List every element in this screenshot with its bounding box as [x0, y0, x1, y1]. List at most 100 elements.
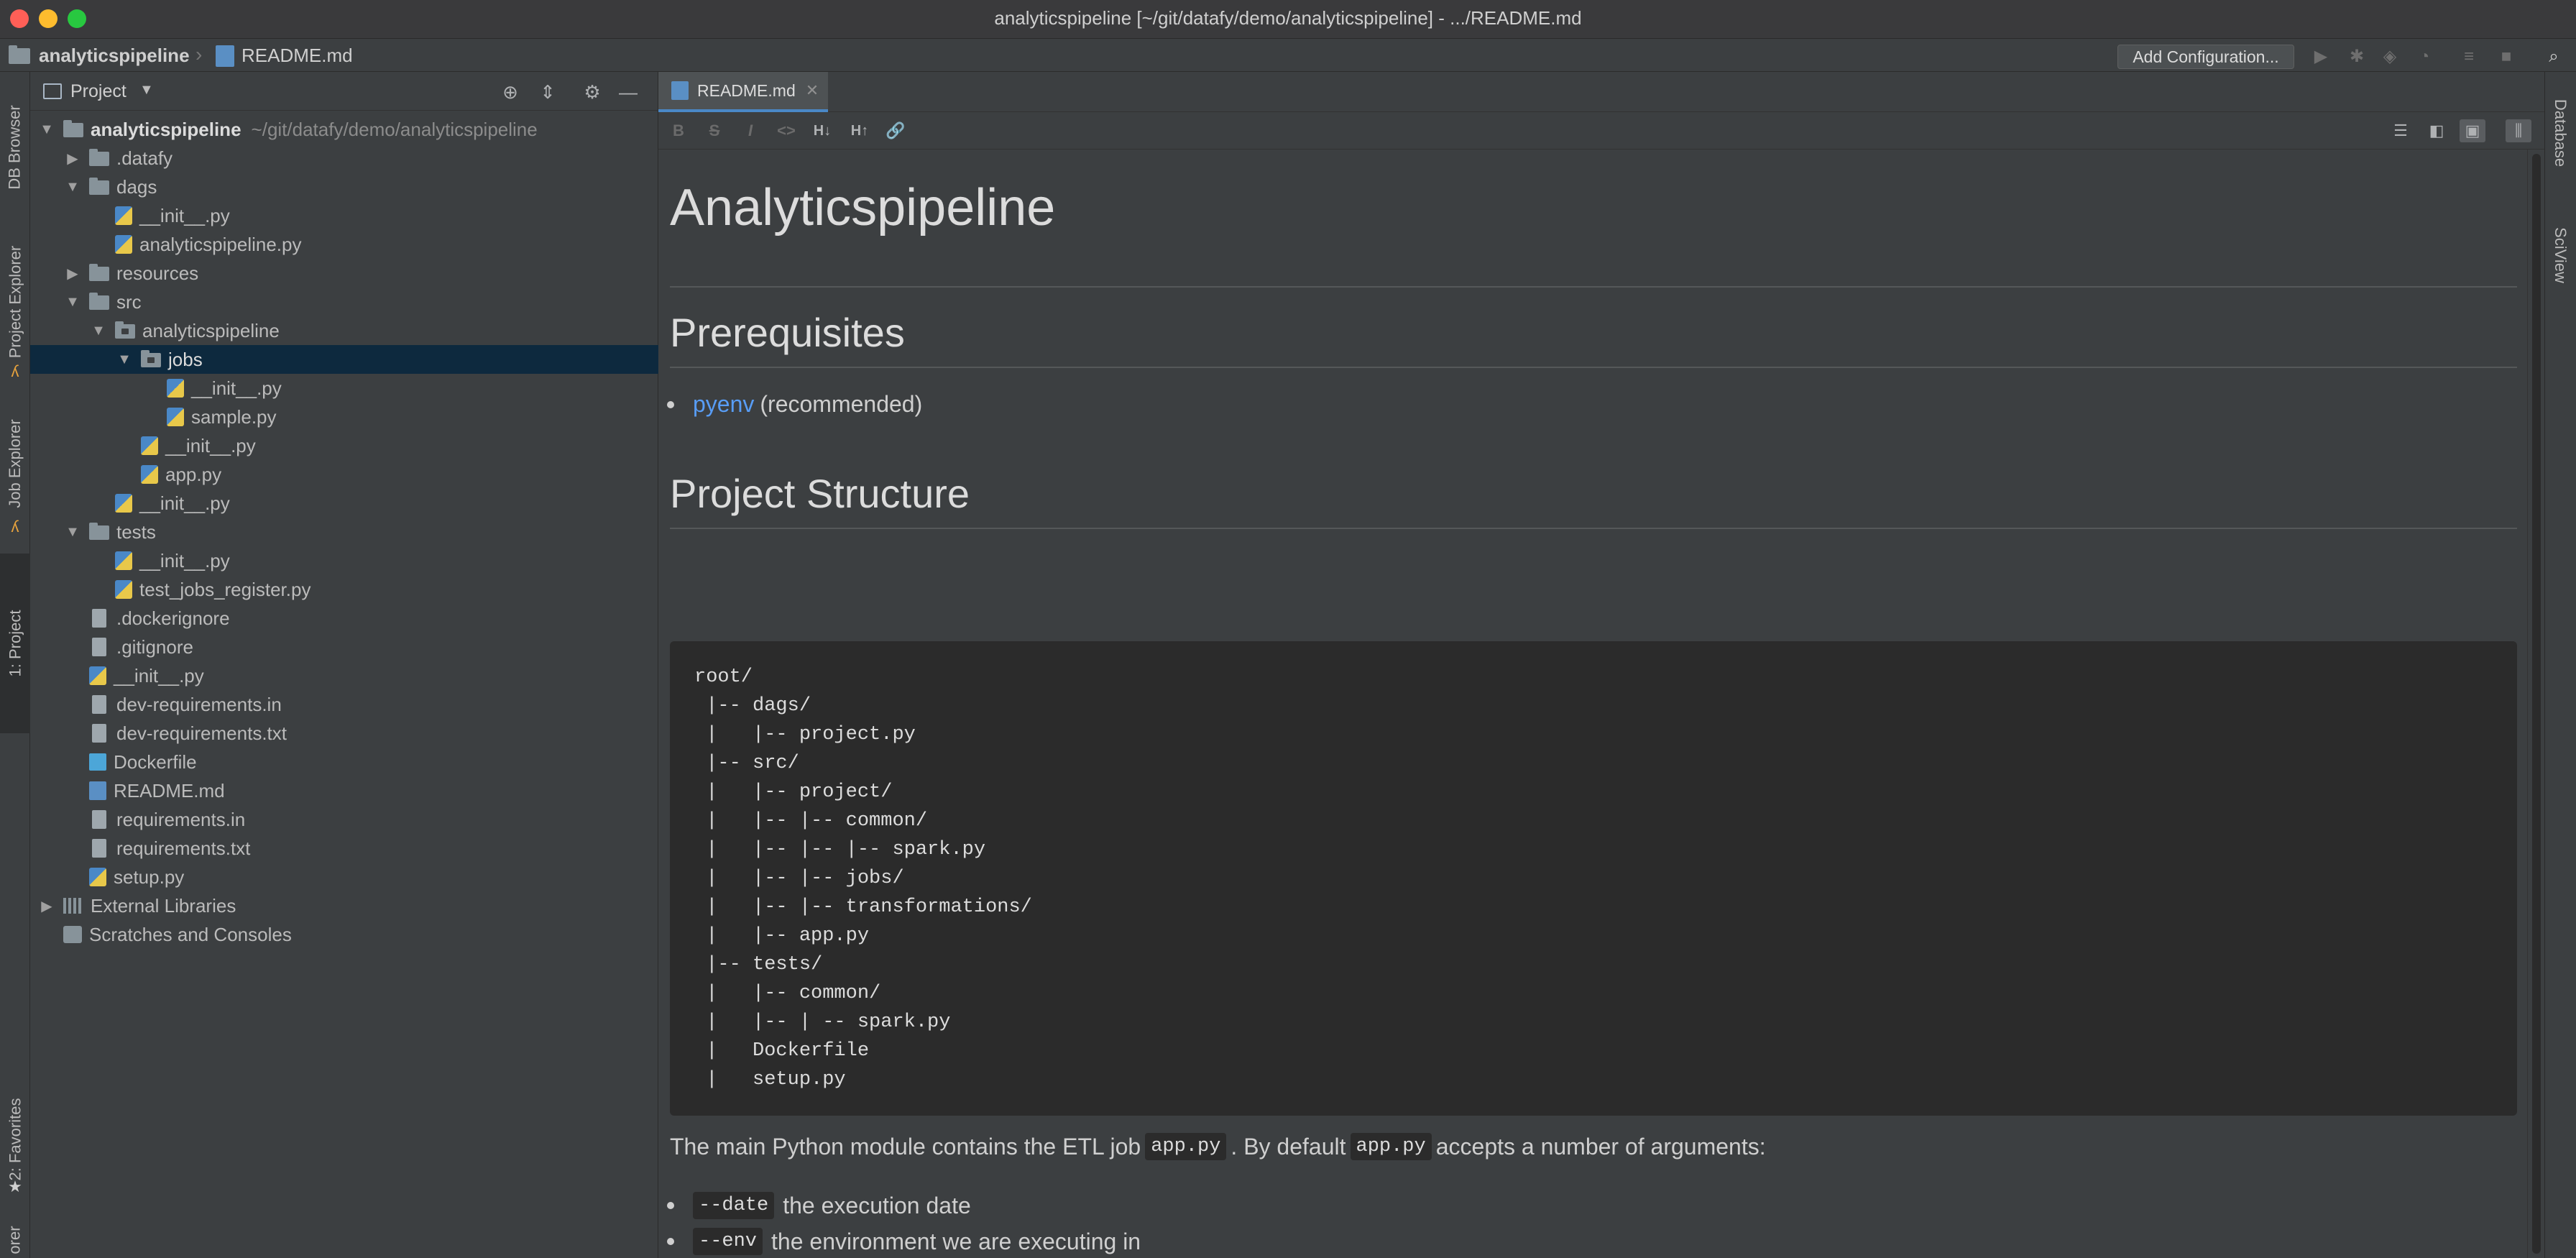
preview-only-icon[interactable]: ▣	[2460, 119, 2485, 142]
tab-structure-explorer[interactable]: orer	[0, 1222, 30, 1258]
expand-arrow-icon[interactable]: ▶	[65, 150, 80, 167]
breadcrumb-separator: ›	[196, 43, 203, 65]
heading-increase-icon[interactable]: H↑	[850, 121, 870, 141]
tree-item-label: requirements.txt	[116, 837, 251, 859]
tree-item[interactable]: ▶ .datafy	[30, 144, 658, 173]
code-icon[interactable]: <>	[776, 121, 796, 141]
tree-item[interactable]: ▶.gitignore	[30, 633, 658, 661]
argument-list-item: --env the environment we are executing in	[667, 1228, 1141, 1255]
tree-item[interactable]: ▼ analyticspipeline	[30, 316, 658, 345]
italic-icon[interactable]: I	[740, 121, 760, 141]
add-configuration-button[interactable]: Add Configuration...	[2117, 45, 2294, 69]
argument-description: the environment we are executing in	[771, 1228, 1141, 1254]
tree-item[interactable]: ▶requirements.in	[30, 805, 658, 834]
tree-item[interactable]: ▶test_jobs_register.py	[30, 575, 658, 604]
scrollbar-thumb[interactable]	[2532, 154, 2541, 1254]
debug-icon[interactable]: ✱	[2347, 47, 2366, 66]
collapse-arrow-icon[interactable]: ▼	[65, 524, 80, 541]
tab-sciview[interactable]: SciView	[2545, 208, 2575, 302]
layout-toggle-icon[interactable]: ⫼	[2506, 119, 2531, 142]
tree-item[interactable]: ▼ src	[30, 288, 658, 316]
breadcrumb-project[interactable]: analyticspipeline	[9, 45, 190, 67]
tree-root[interactable]: ▼ analyticspipeline ~/git/datafy/demo/an…	[30, 115, 658, 144]
editor-tab-bar: README.md ✕	[658, 72, 2544, 112]
tree-item[interactable]: ▼ jobs	[30, 345, 658, 374]
tree-item[interactable]: ▶app.py	[30, 460, 658, 489]
chevron-down-icon[interactable]: ▼	[139, 82, 154, 98]
tree-item[interactable]: ▶__init__.py	[30, 201, 658, 230]
bullet	[667, 400, 674, 408]
coverage-icon[interactable]: ◈	[2380, 47, 2399, 66]
tree-item-label: Scratches and Consoles	[89, 923, 292, 945]
collapse-arrow-icon[interactable]: ▼	[91, 323, 106, 339]
tree-item[interactable]: ▶Dockerfile	[30, 748, 658, 776]
tree-item-label: setup.py	[114, 866, 185, 888]
tree-item[interactable]: ▶__init__.py	[30, 546, 658, 575]
tree-item[interactable]: ▼ dags	[30, 173, 658, 201]
tree-item-label: dev-requirements.in	[116, 693, 282, 715]
tree-item-label: dags	[116, 175, 157, 198]
expand-arrow-icon[interactable]: ▼	[39, 121, 55, 138]
profile-icon[interactable]: ◔	[2415, 47, 2434, 66]
editor-tab-readme[interactable]: README.md ✕	[658, 72, 828, 112]
tree-item[interactable]: ▶ External Libraries	[30, 891, 658, 920]
tree-item-label: test_jobs_register.py	[139, 578, 311, 600]
collapse-arrow-icon[interactable]: ▼	[116, 352, 132, 368]
project-view-selector[interactable]: Project	[70, 81, 126, 102]
search-icon[interactable]: ⌕	[2544, 47, 2563, 66]
expand-arrow-icon[interactable]: ▶	[39, 897, 55, 915]
tab-job-explorer[interactable]: Job Explorer	[0, 403, 30, 525]
bullet	[667, 1202, 674, 1209]
tab-project[interactable]: 1: Project	[0, 554, 30, 733]
tree-item-label: src	[116, 290, 142, 313]
markdown-file-icon	[89, 781, 106, 800]
run-with-options-icon[interactable]: ≡	[2460, 47, 2478, 66]
strikethrough-icon[interactable]: S	[704, 121, 724, 141]
left-tool-strip: DB Browser Project Explorer ʎ Job Explor…	[0, 72, 30, 1258]
datafy-icon: ʎ	[11, 362, 19, 380]
heading-decrease-icon[interactable]: H↓	[812, 121, 832, 141]
tree-item[interactable]: ▶analyticspipeline.py	[30, 230, 658, 259]
tab-project-explorer[interactable]: Project Explorer	[0, 230, 30, 374]
locate-icon[interactable]: ⊕	[500, 82, 520, 102]
collapse-arrow-icon[interactable]: ▼	[65, 179, 80, 196]
editor-and-preview-icon[interactable]: ◧	[2424, 119, 2450, 142]
tree-item-label: jobs	[168, 348, 203, 370]
tree-item[interactable]: ▶sample.py	[30, 403, 658, 431]
bold-icon[interactable]: B	[668, 121, 689, 141]
tree-item[interactable]: ▶__init__.py	[30, 431, 658, 460]
tree-item[interactable]: ▶dev-requirements.txt	[30, 719, 658, 748]
folder-icon	[89, 178, 109, 195]
vertical-scrollbar[interactable]	[2527, 150, 2544, 1258]
editor-only-icon[interactable]: ☰	[2388, 119, 2414, 142]
code-line: | |-- |-- common/	[694, 810, 928, 832]
tree-item[interactable]: ▶requirements.txt	[30, 834, 658, 863]
tree-item[interactable]: ▶dev-requirements.in	[30, 690, 658, 719]
expand-arrow-icon[interactable]: ▶	[65, 265, 80, 283]
gear-icon[interactable]: ⚙	[582, 82, 602, 102]
tree-item[interactable]: ▶__init__.py	[30, 374, 658, 403]
run-icon[interactable]: ▶	[2312, 47, 2330, 66]
tree-item[interactable]: ▶__init__.py	[30, 661, 658, 690]
stop-icon[interactable]: ■	[2497, 47, 2516, 66]
tree-item[interactable]: ▶setup.py	[30, 863, 658, 891]
collapse-arrow-icon[interactable]: ▼	[65, 294, 80, 311]
code-line: |-- src/	[694, 753, 799, 774]
tree-item[interactable]: ▼ tests	[30, 518, 658, 546]
pyenv-link[interactable]: pyenv	[693, 391, 754, 418]
tree-item[interactable]: ▶Scratches and Consoles	[30, 920, 658, 949]
tree-item[interactable]: ▶ resources	[30, 259, 658, 288]
editor-area: README.md ✕ B S I <> H↓ H↑ 🔗 ☰ ◧ ▣ ⫼ Ana…	[658, 72, 2544, 1258]
tree-item[interactable]: ▶.dockerignore	[30, 604, 658, 633]
right-tool-strip: Database SciView	[2544, 72, 2576, 1258]
collapse-all-icon[interactable]: ⇕	[538, 82, 558, 102]
project-panel: Project ▼ ⊕ ⇕ ⚙ — ▼ analyticspipeline ~/…	[30, 72, 658, 1258]
tree-item[interactable]: ▶README.md	[30, 776, 658, 805]
close-icon[interactable]: ✕	[806, 81, 819, 100]
tree-item[interactable]: ▶__init__.py	[30, 489, 658, 518]
link-icon[interactable]: 🔗	[886, 121, 906, 141]
breadcrumb-file[interactable]: README.md	[216, 45, 353, 67]
tab-db-browser[interactable]: DB Browser	[0, 86, 30, 208]
hide-panel-icon[interactable]: —	[618, 82, 638, 102]
tab-database[interactable]: Database	[2545, 79, 2575, 187]
